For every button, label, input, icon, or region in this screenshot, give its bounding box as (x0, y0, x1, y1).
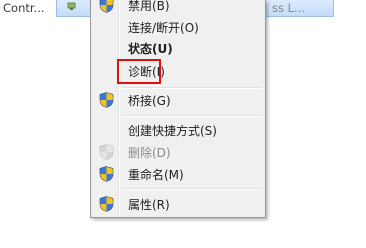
menu-item-properties[interactable]: 属性(R) (93, 194, 263, 215)
uac-shield-icon (99, 166, 114, 182)
uac-shield-icon (99, 0, 114, 13)
context-menu: 禁用(B) 连接/断开(O) 状态(U) 诊断(I) 桥接(G) 创建快捷方式(… (90, 0, 266, 218)
menu-item-label: 状态(U) (128, 42, 173, 56)
menu-item-delete: 删除(D) (93, 142, 263, 163)
network-icon (67, 2, 76, 10)
control-panel-label: Contr... (3, 1, 45, 15)
menu-item-label: 桥接(G) (128, 94, 171, 108)
menu-item-label: 禁用(B) (128, 0, 170, 13)
menu-separator (122, 87, 262, 89)
menu-item-label: 连接/断开(O) (128, 21, 199, 35)
menu-item-bridge[interactable]: 桥接(G) (93, 90, 263, 111)
menu-item-label: 属性(R) (128, 198, 170, 212)
menu-item-label: 重命名(M) (128, 168, 184, 182)
menu-item-disable[interactable]: 禁用(B) (93, 0, 263, 16)
uac-shield-disabled-icon (99, 144, 114, 160)
diagnose-highlight-box (117, 59, 161, 84)
menu-item-label: 删除(D) (128, 146, 171, 160)
menu-item-connect-disconnect[interactable]: 连接/断开(O) (93, 17, 263, 38)
uac-shield-icon (99, 92, 114, 108)
menu-separator (122, 115, 262, 117)
menu-item-create-shortcut[interactable]: 创建快捷方式(S) (93, 120, 263, 141)
menu-item-label: 创建快捷方式(S) (128, 124, 217, 138)
menu-item-status[interactable]: 状态(U) (93, 38, 263, 59)
menu-item-rename[interactable]: 重命名(M) (93, 164, 263, 185)
menu-separator (122, 188, 262, 190)
adapter-label: ss L... (272, 1, 306, 15)
uac-shield-icon (99, 196, 114, 212)
